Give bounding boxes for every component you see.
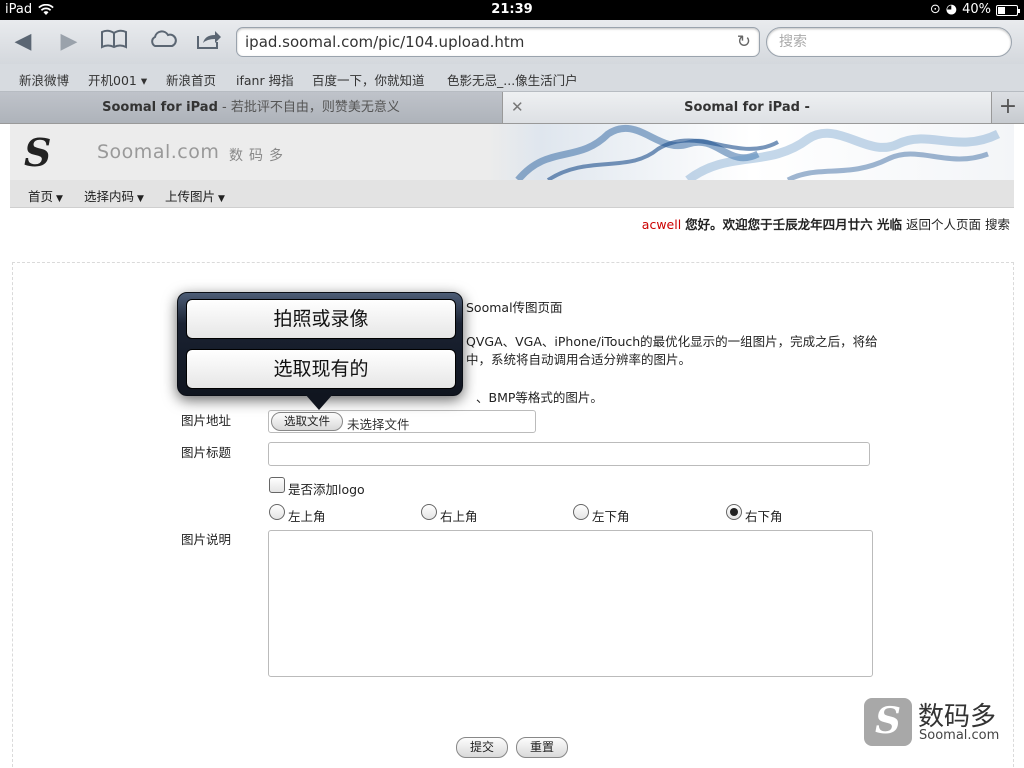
file-input[interactable]: 选取文件 未选择文件 <box>268 410 536 433</box>
take-photo-button[interactable]: 拍照或录像 <box>186 299 456 339</box>
watermark-en: Soomal.com <box>919 728 1000 743</box>
title-input[interactable] <box>268 442 870 466</box>
bookmark-item[interactable]: 新浪首页 <box>166 70 216 89</box>
tab-title: Soomal for iPad - <box>684 100 810 115</box>
bookmark-item[interactable]: 百度一下，你就知道 <box>312 70 425 89</box>
bookmark-item[interactable]: 新浪微博 <box>19 70 69 89</box>
desc-label: 图片说明 <box>181 532 232 547</box>
radio-label: 右下角 <box>745 509 783 524</box>
intro-line-4: 、BMP等格式的图片。 <box>476 390 603 405</box>
file-status: 未选择文件 <box>347 417 410 432</box>
tab-bar: Soomal for iPad - 若批评不自由，则赞美无意义 ✕ Soomal… <box>0 92 1024 124</box>
search-input[interactable]: 搜索 <box>766 27 1012 57</box>
nav-encoding[interactable]: 选择内码 ▼ <box>84 186 144 205</box>
intro-line-3: 中，系统将自动调用合适分辨率的图片。 <box>466 352 692 367</box>
battery-icon <box>996 4 1020 16</box>
choose-file-button[interactable]: 选取文件 <box>271 412 343 431</box>
new-tab-plus-icon[interactable]: + <box>991 92 1024 123</box>
radio-top-left[interactable] <box>269 504 285 520</box>
soomal-logo[interactable]: S <box>24 130 51 175</box>
back-arrow-icon[interactable]: ◀ <box>8 28 38 56</box>
upload-source-popover: 拍照或录像 选取现有的 <box>177 292 463 410</box>
nav-home[interactable]: 首页 ▼ <box>28 186 63 205</box>
radio-bottom-right[interactable] <box>726 504 742 520</box>
clock: 21:39 <box>491 2 533 17</box>
bookmarks-bar: 新浪微博 开机001 ▾ 新浪首页 ifanr 拇指 百度一下，你就知道 色影无… <box>0 64 1024 92</box>
site-brand: Soomal.com <box>97 141 220 163</box>
site-brand-cn: 数码多 <box>229 148 289 164</box>
description-textarea[interactable] <box>268 530 873 677</box>
welcome-text: 您好。欢迎您于壬辰龙年四月廿六 光临 <box>685 217 903 232</box>
username-link[interactable]: acwell <box>642 217 681 232</box>
watermark-logo-icon: S <box>864 698 912 746</box>
bookmarks-book-icon[interactable] <box>99 28 129 56</box>
tab-title: Soomal for iPad <box>102 100 218 115</box>
file-label: 图片地址 <box>181 413 232 428</box>
nav-upload[interactable]: 上传图片 ▼ <box>165 186 225 205</box>
rotation-lock-icon: ⊙ <box>929 2 941 17</box>
profile-links[interactable]: 返回个人页面 搜索 <box>906 217 1010 232</box>
tab-soomal-2[interactable]: ✕ Soomal for iPad - <box>503 92 991 123</box>
tab-soomal-1[interactable]: Soomal for iPad - 若批评不自由，则赞美无意义 <box>0 92 503 123</box>
icloud-tabs-icon[interactable] <box>146 28 180 56</box>
url-text: ipad.soomal.com/pic/104.upload.htm <box>245 33 525 51</box>
bookmark-item[interactable]: ifanr 拇指 <box>236 70 294 89</box>
caret-down-icon: ▼ <box>56 194 63 204</box>
tab-title-rest: - 若批评不自由，则赞美无意义 <box>217 100 400 115</box>
status-bar: iPad 21:39 ⊙ ◕ 40% <box>0 0 1024 20</box>
soomal-watermark: S 数码多 Soomal.com <box>864 698 1014 748</box>
site-header: S Soomal.com 数码多 <box>10 124 1014 180</box>
choose-existing-button[interactable]: 选取现有的 <box>186 349 456 389</box>
radio-bottom-left[interactable] <box>573 504 589 520</box>
radio-label: 左下角 <box>592 509 630 524</box>
radio-label: 右上角 <box>440 509 478 524</box>
address-bar[interactable]: ipad.soomal.com/pic/104.upload.htm ↻ <box>236 27 760 57</box>
intro-line-1: Soomal传图页面 <box>466 300 563 315</box>
radio-label: 左上角 <box>288 509 326 524</box>
header-smoke-banner <box>488 124 1014 180</box>
caret-down-icon: ▼ <box>218 194 225 204</box>
forward-arrow-icon[interactable]: ▶ <box>54 28 84 56</box>
battery-percent: 40% <box>962 2 991 17</box>
intro-line-2: QVGA、VGA、iPhone/iTouch的最优化显示的一组图片，完成之后，将… <box>466 334 878 349</box>
caret-down-icon: ▼ <box>137 194 144 204</box>
popover-arrow <box>305 394 333 410</box>
share-icon[interactable] <box>194 28 224 56</box>
logo-checkbox-label: 是否添加logo <box>288 482 365 497</box>
close-tab-icon[interactable]: ✕ <box>511 92 524 123</box>
clock-icon: ◕ <box>945 2 958 17</box>
reload-icon[interactable]: ↻ <box>737 28 751 56</box>
radio-top-right[interactable] <box>421 504 437 520</box>
welcome-line: acwell 您好。欢迎您于壬辰龙年四月廿六 光临 返回个人页面 搜索 <box>642 214 1010 233</box>
bookmark-item[interactable]: 色影无忌_...像生活门户 <box>447 70 578 89</box>
reset-button[interactable]: 重置 <box>516 737 568 758</box>
title-label: 图片标题 <box>181 445 232 460</box>
logo-checkbox[interactable] <box>269 477 285 493</box>
site-nav: 首页 ▼ 选择内码 ▼ 上传图片 ▼ <box>10 180 1014 208</box>
browser-toolbar: ◀ ▶ ipad.soomal.com/pic/104.upload.htm ↻… <box>0 20 1024 64</box>
submit-button[interactable]: 提交 <box>456 737 508 758</box>
bookmark-item[interactable]: 开机001 ▾ <box>88 70 147 89</box>
